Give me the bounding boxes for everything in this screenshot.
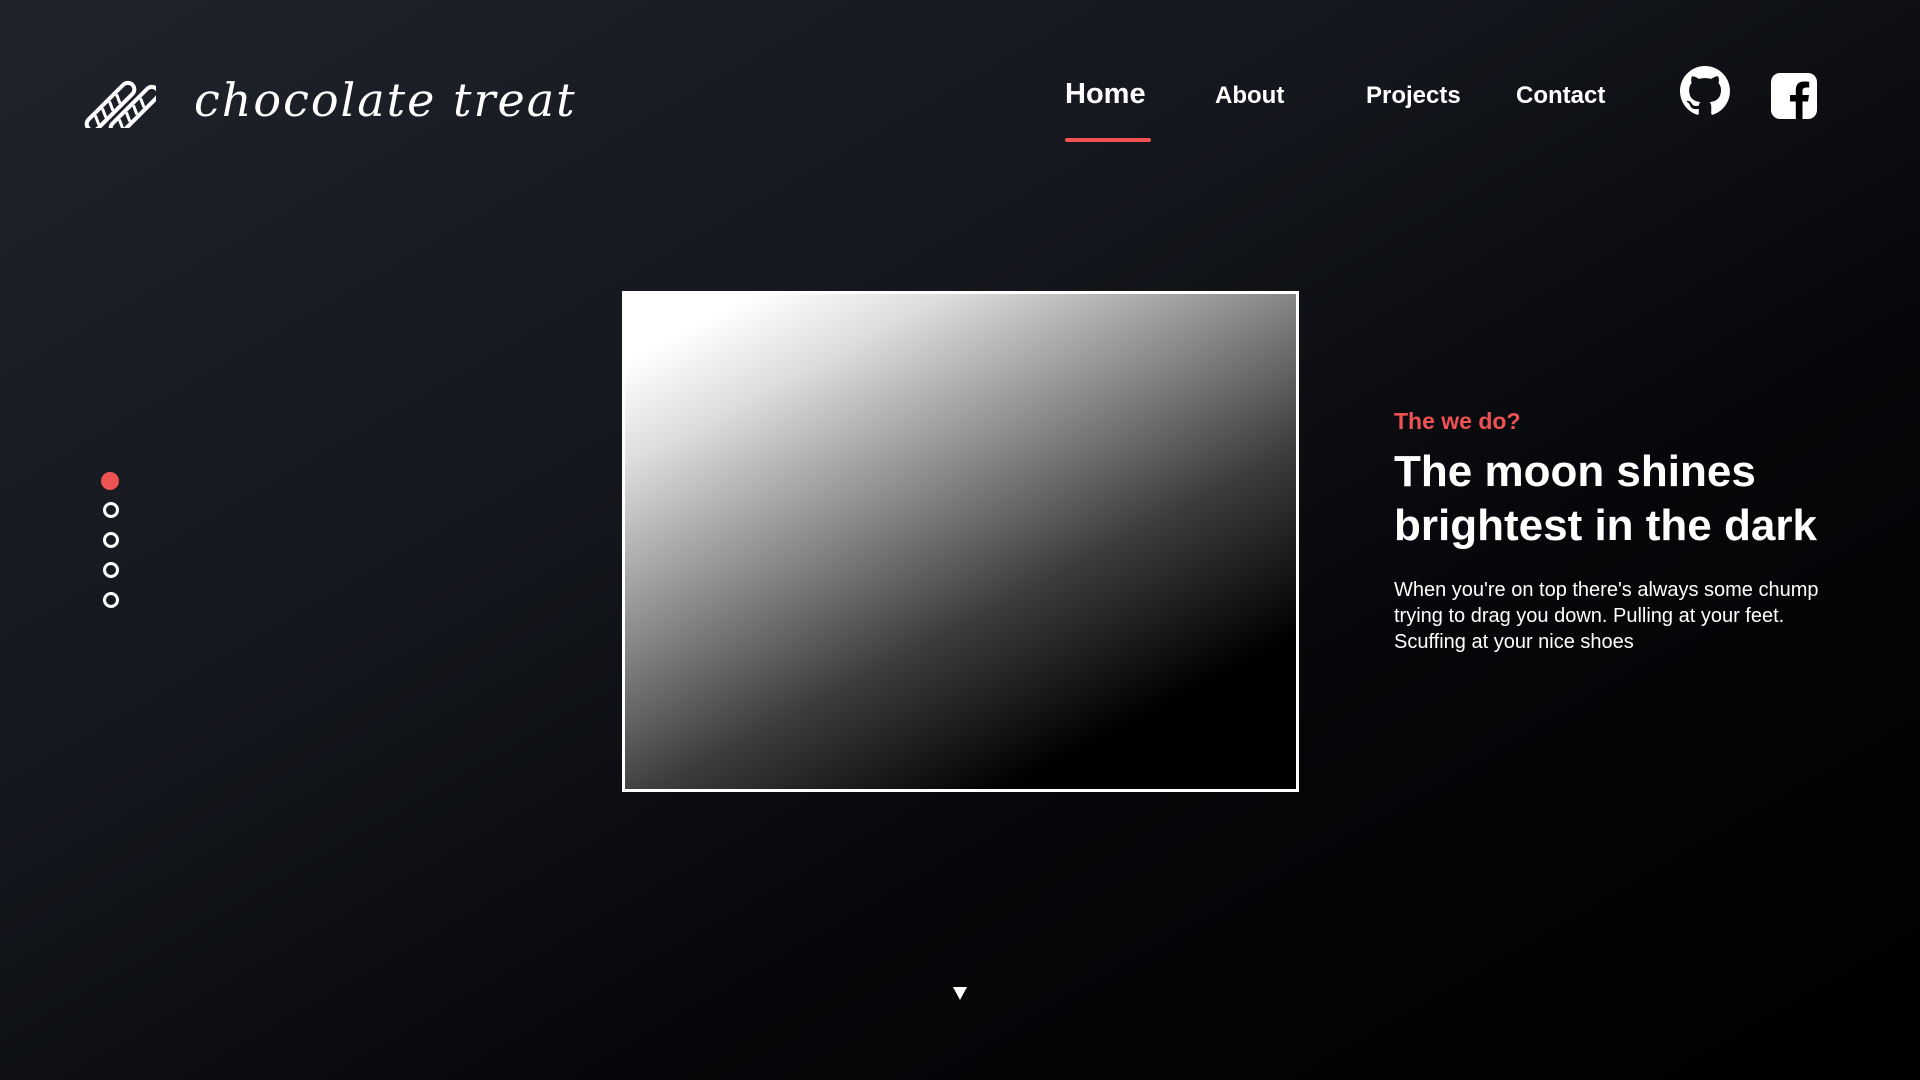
nav-item-projects[interactable]: Projects — [1366, 82, 1461, 110]
nav-item-contact[interactable]: Contact — [1516, 82, 1605, 110]
github-link[interactable] — [1680, 66, 1730, 116]
brand-logo[interactable]: chocolate treat — [78, 70, 577, 130]
nav-item-home[interactable]: Home — [1065, 78, 1146, 111]
slider-dot-3[interactable] — [103, 532, 119, 548]
hero-body-line-2: trying to drag you down. Pulling at your… — [1394, 605, 1785, 627]
slider-dot-2[interactable] — [103, 502, 119, 518]
triangle-down-icon — [953, 987, 967, 1000]
hero-headline: The moon shines brightest in the dark — [1394, 445, 1894, 553]
facebook-link[interactable] — [1771, 73, 1817, 119]
hero-text-block: The we do? The moon shines brightest in … — [1394, 408, 1894, 655]
hero-body: When you're on top there's always some c… — [1394, 577, 1894, 655]
hero-eyebrow: The we do? — [1394, 408, 1521, 434]
nav-item-about[interactable]: About — [1215, 82, 1284, 110]
brand-name: chocolate treat — [194, 73, 577, 127]
hero-body-line-3: Scuffing at your nice shoes — [1394, 631, 1634, 653]
slider-dot-1[interactable] — [101, 472, 119, 490]
scroll-down-button[interactable] — [952, 985, 968, 1001]
chocolate-sticks-icon — [84, 80, 156, 128]
github-icon — [1680, 66, 1730, 115]
slider-dot-4[interactable] — [103, 562, 119, 578]
slider-dot-5[interactable] — [103, 592, 119, 608]
active-nav-underline — [1065, 138, 1151, 142]
hero-body-line-1: When you're on top there's always some c… — [1394, 579, 1819, 601]
facebook-icon — [1771, 73, 1817, 119]
hero-headline-line-1: The moon shines — [1394, 447, 1756, 496]
hero-headline-line-2: brightest in the dark — [1394, 501, 1817, 550]
hero-image — [622, 291, 1299, 792]
